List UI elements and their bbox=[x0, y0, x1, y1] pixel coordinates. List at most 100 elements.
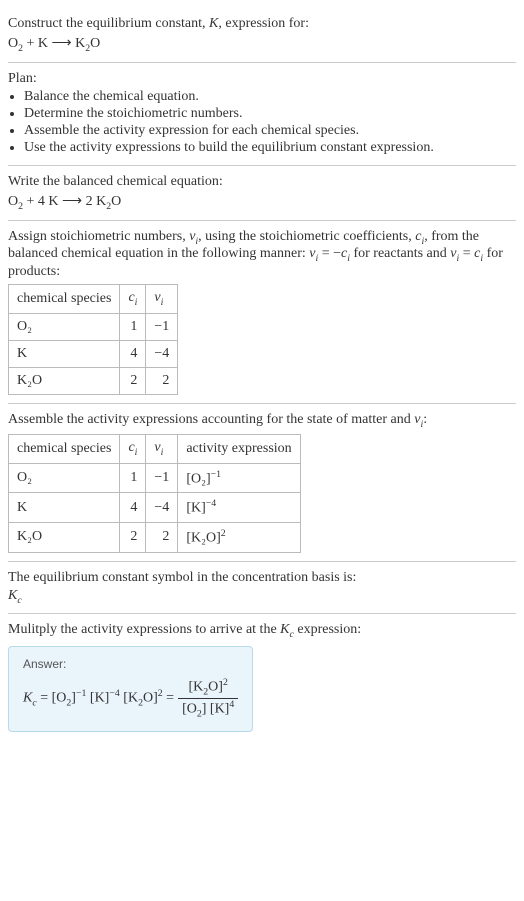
plan-section: Plan: Balance the chemical equation. Det… bbox=[8, 63, 516, 166]
act-exp: −1 bbox=[211, 469, 221, 480]
table-row: K 4 −4 bbox=[9, 340, 178, 367]
prompt-prefix: Construct the equilibrium constant, bbox=[8, 16, 209, 31]
header-activity: activity expression bbox=[178, 434, 300, 463]
text: expression: bbox=[294, 622, 361, 637]
cell-c: 1 bbox=[120, 313, 146, 340]
cell-c: 4 bbox=[120, 340, 146, 367]
eq-rhs-o: O bbox=[90, 36, 100, 51]
eq-rhs: K bbox=[72, 36, 86, 51]
cell-species: O₂ bbox=[9, 313, 120, 340]
header-nu: νi bbox=[146, 285, 178, 314]
K-symbol: K bbox=[209, 16, 218, 31]
e: 2 bbox=[223, 677, 228, 688]
e: −4 bbox=[109, 688, 119, 699]
table-row: K₂O 2 2 bbox=[9, 367, 178, 394]
K: K bbox=[8, 588, 17, 603]
stoich-section: Assign stoichiometric numbers, νi , using… bbox=[8, 221, 516, 404]
multiply-section: Mulitply the activity expressions to arr… bbox=[8, 614, 516, 740]
bal-mid: + 4 K bbox=[23, 194, 62, 209]
table-row: O₂ 1 −1 bbox=[9, 313, 178, 340]
cell-species: O₂ bbox=[9, 463, 120, 493]
table-row: K₂O 2 2 [K₂O]2 bbox=[9, 522, 301, 552]
c: c bbox=[17, 594, 21, 605]
header-species: chemical species bbox=[9, 285, 120, 314]
cell-c: 1 bbox=[120, 463, 146, 493]
text: for reactants and bbox=[350, 246, 450, 261]
cell-nu: −4 bbox=[146, 493, 178, 523]
cell-nu: −1 bbox=[146, 313, 178, 340]
table-row: O₂ 1 −1 [O₂]−1 bbox=[9, 463, 301, 493]
stoich-text: Assign stoichiometric numbers, νi, using… bbox=[8, 229, 516, 281]
t: O] bbox=[143, 691, 158, 706]
act-base: [O₂] bbox=[186, 471, 210, 486]
cell-nu: 2 bbox=[146, 367, 178, 394]
arrow-icon: ⟶ bbox=[62, 192, 82, 208]
bal-rhsO: O bbox=[111, 194, 121, 209]
frac-numerator: [K2O]2 bbox=[178, 677, 238, 698]
cell-nu: −1 bbox=[146, 463, 178, 493]
cell-nu: −4 bbox=[146, 340, 178, 367]
kc-symbol-section: The equilibrium constant symbol in the c… bbox=[8, 562, 516, 615]
text: , using the stoichiometric coefficients, bbox=[198, 229, 415, 244]
kc-line: The equilibrium constant symbol in the c… bbox=[8, 570, 516, 586]
kc-symbol: Kc bbox=[8, 588, 516, 606]
frac-denominator: [O2] [K]4 bbox=[178, 699, 238, 719]
equals: = bbox=[37, 691, 52, 706]
unbalanced-equation: O2 + K ⟶ K2O bbox=[8, 34, 516, 54]
t: ] [K] bbox=[202, 701, 230, 716]
header-species: chemical species bbox=[9, 434, 120, 463]
kc: Kc = [O2]−1 [K]−4 [K2O]2 = bbox=[23, 688, 174, 708]
K: K bbox=[23, 691, 32, 706]
e: 4 bbox=[229, 699, 234, 710]
prompt-suffix: , expression for: bbox=[218, 16, 309, 31]
e: −1 bbox=[76, 688, 86, 699]
act-base: [K] bbox=[186, 501, 205, 516]
cell-c: 2 bbox=[120, 522, 146, 552]
activity-section: Assemble the activity expressions accoun… bbox=[8, 404, 516, 562]
cell-nu: 2 bbox=[146, 522, 178, 552]
table-header-row: chemical species ci νi activity expressi… bbox=[9, 434, 301, 463]
activity-table: chemical species ci νi activity expressi… bbox=[8, 434, 301, 553]
plan-list: Balance the chemical equation. Determine… bbox=[8, 89, 516, 156]
cell-activity: [K₂O]2 bbox=[178, 522, 300, 552]
balanced-equation: O2 + 4 K ⟶ 2 K2O bbox=[8, 192, 516, 212]
cell-species: K₂O bbox=[9, 367, 120, 394]
cell-species: K bbox=[9, 493, 120, 523]
plan-item: Use the activity expressions to build th… bbox=[24, 140, 516, 156]
answer-equation: Kc = [O2]−1 [K]−4 [K2O]2 = [K2O]2 [O2] [… bbox=[23, 677, 238, 719]
answer-label: Answer: bbox=[23, 657, 238, 671]
table-header-row: chemical species ci νi bbox=[9, 285, 178, 314]
prompt-line: Construct the equilibrium constant, K, e… bbox=[8, 16, 516, 32]
t: [K] bbox=[86, 691, 109, 706]
plan-item: Assemble the activity expression for eac… bbox=[24, 123, 516, 139]
text: Assemble the activity expressions accoun… bbox=[8, 412, 414, 427]
stoich-table: chemical species ci νi O₂ 1 −1 K 4 −4 K₂… bbox=[8, 284, 178, 395]
answer-box: Answer: Kc = [O2]−1 [K]−4 [K2O]2 = [K2O]… bbox=[8, 646, 253, 732]
text: Assign stoichiometric numbers, bbox=[8, 229, 189, 244]
multiply-line: Mulitply the activity expressions to arr… bbox=[8, 622, 516, 640]
fraction: [K2O]2 [O2] [K]4 bbox=[178, 677, 238, 719]
plan-item: Determine the stoichiometric numbers. bbox=[24, 106, 516, 122]
text: : bbox=[423, 412, 427, 427]
cell-activity: [K]−4 bbox=[178, 493, 300, 523]
plan-item: Balance the chemical equation. bbox=[24, 89, 516, 105]
eq-o: O bbox=[8, 36, 18, 51]
text: = bbox=[459, 246, 474, 261]
act-exp: 2 bbox=[221, 528, 226, 539]
activity-title: Assemble the activity expressions accoun… bbox=[8, 412, 516, 430]
i: i bbox=[161, 297, 164, 308]
act-base: [K₂O] bbox=[186, 531, 220, 546]
act-exp: −4 bbox=[206, 498, 216, 509]
text: Mulitply the activity expressions to arr… bbox=[8, 622, 280, 637]
K: K bbox=[280, 622, 289, 637]
prompt-section: Construct the equilibrium constant, K, e… bbox=[8, 8, 516, 63]
header-c: ci bbox=[120, 285, 146, 314]
i: i bbox=[161, 447, 164, 458]
plan-title: Plan: bbox=[8, 71, 516, 87]
cell-c: 2 bbox=[120, 367, 146, 394]
header-c: ci bbox=[120, 434, 146, 463]
eq-plus: + K bbox=[23, 36, 52, 51]
balanced-section: Write the balanced chemical equation: O2… bbox=[8, 166, 516, 221]
equals: = bbox=[163, 691, 174, 706]
bal-rhs: 2 K bbox=[82, 194, 106, 209]
